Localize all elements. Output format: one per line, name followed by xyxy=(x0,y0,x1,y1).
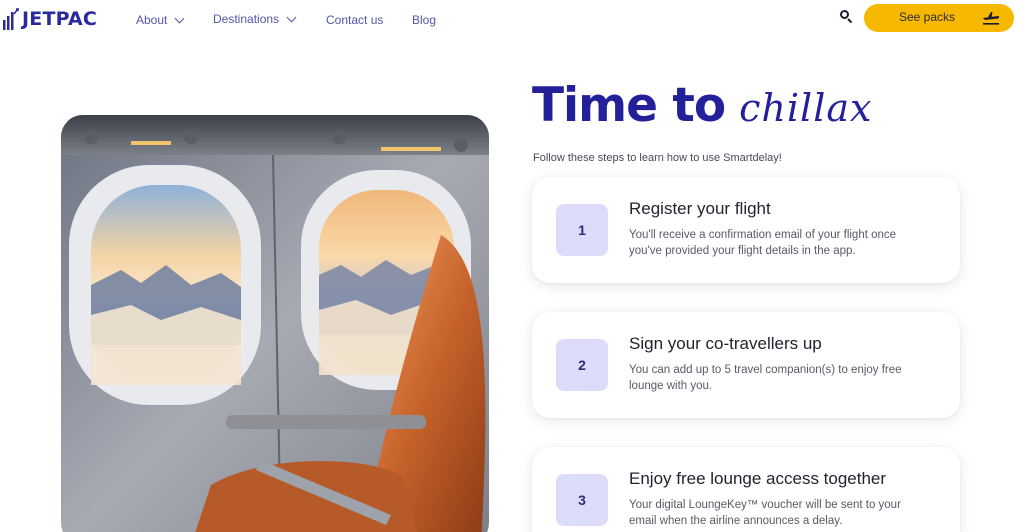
nav-blog[interactable]: Blog xyxy=(412,13,436,27)
search-icon[interactable] xyxy=(840,10,854,24)
nav-blog-label: Blog xyxy=(412,13,437,27)
step-title: Enjoy free lounge access together xyxy=(629,469,887,488)
step-card: 1 Register your flight You'll receive a … xyxy=(532,177,960,283)
see-packs-button[interactable]: See packs xyxy=(864,4,1014,32)
nav-about-label: About xyxy=(136,13,168,27)
step-description: Your digital LoungeKey™ voucher will be … xyxy=(629,499,901,527)
step-number-badge: 2 xyxy=(556,339,608,391)
top-navigation: JETPAC About Destinations Contact us Blo… xyxy=(0,0,1024,40)
nav-contact-label: Contact us xyxy=(326,13,384,27)
chevron-down-icon xyxy=(174,13,185,23)
step-card: 2 Sign your co-travellers up You can add… xyxy=(532,312,960,418)
airplane-icon xyxy=(983,12,1000,25)
logo[interactable]: JETPAC xyxy=(3,6,97,32)
nav-about[interactable]: About xyxy=(136,13,185,27)
hero-title-script: chillax xyxy=(739,86,873,130)
nav-contact[interactable]: Contact us xyxy=(326,13,383,27)
hero-subtitle: Follow these steps to learn how to use S… xyxy=(533,152,782,164)
logo-text: JETPAC xyxy=(22,8,98,30)
nav-destinations-label: Destinations xyxy=(213,12,280,26)
airplane-window-photo xyxy=(61,115,489,532)
hero-title-main: Time to xyxy=(532,78,726,133)
step-title: Sign your co-travellers up xyxy=(629,334,822,353)
hero-heading: Time to chillax xyxy=(532,78,872,133)
logo-bars-icon xyxy=(3,8,19,30)
nav-destinations[interactable]: Destinations xyxy=(213,12,297,26)
step-description: You can add up to 5 travel companion(s) … xyxy=(629,364,902,392)
step-description: You'll receive a confirmation email of y… xyxy=(629,229,897,257)
step-card: 3 Enjoy free lounge access together Your… xyxy=(532,447,960,532)
step-title: Register your flight xyxy=(629,199,771,218)
step-number-badge: 1 xyxy=(556,204,608,256)
see-packs-label: See packs xyxy=(899,10,956,24)
chevron-down-icon xyxy=(286,12,297,22)
step-number-badge: 3 xyxy=(556,474,608,526)
